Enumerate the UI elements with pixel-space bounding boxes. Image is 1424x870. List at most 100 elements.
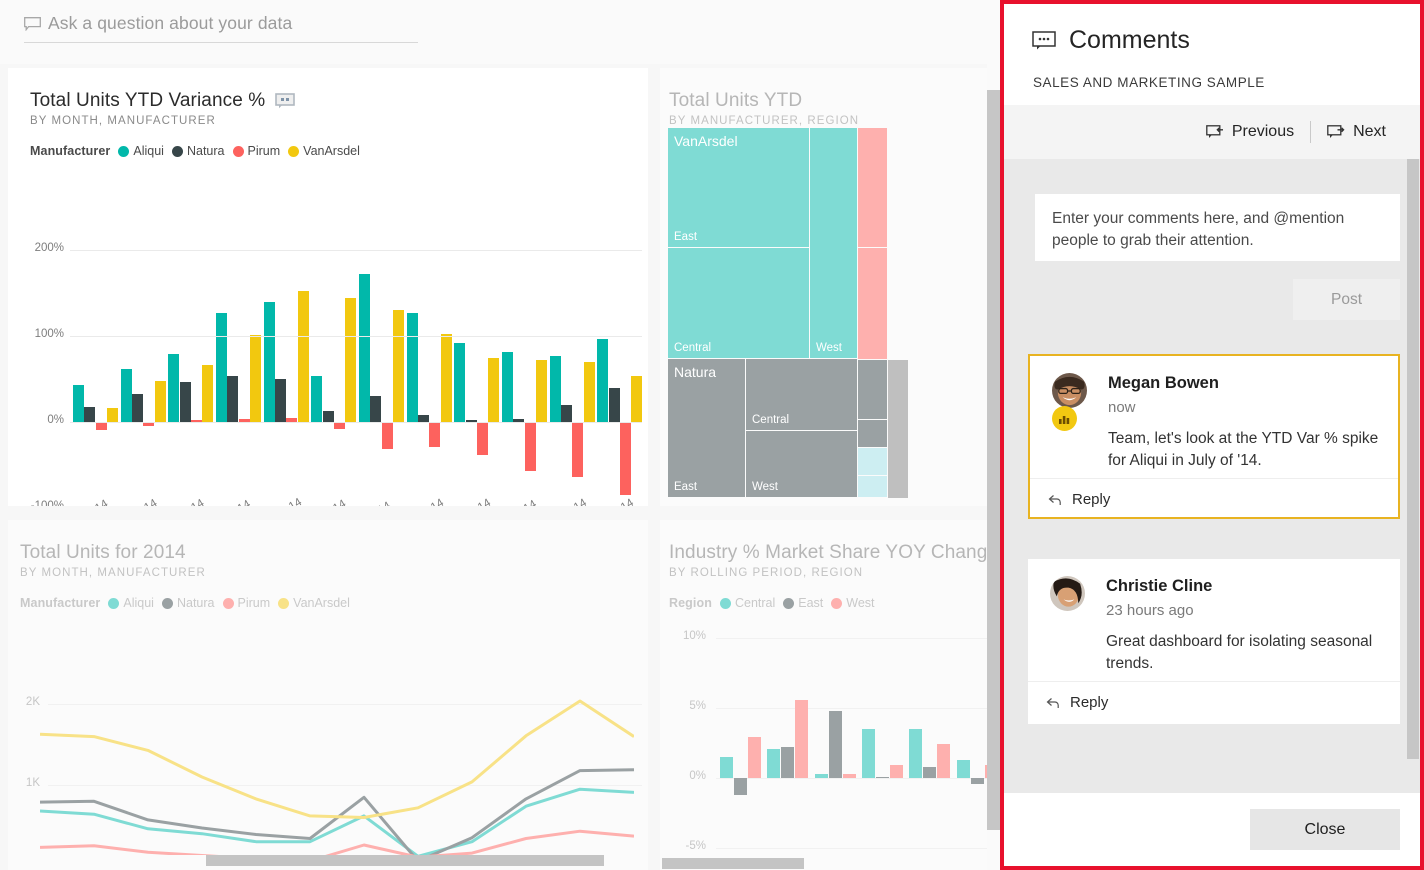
variance-bar[interactable]: [597, 339, 609, 422]
variance-bar[interactable]: [297, 291, 309, 422]
treemap-cell[interactable]: [858, 476, 888, 498]
variance-plot-area[interactable]: [70, 250, 643, 506]
treemap-cell[interactable]: VanArsdel East: [668, 128, 810, 248]
variance-bar[interactable]: [535, 360, 547, 422]
variance-bar[interactable]: [406, 312, 418, 422]
variance-bar[interactable]: [429, 422, 441, 447]
market-bar[interactable]: [734, 778, 747, 795]
reply-button[interactable]: Reply: [1046, 694, 1108, 711]
comment-input[interactable]: Enter your comments here, and @mention p…: [1035, 194, 1400, 261]
variance-bar[interactable]: [120, 368, 132, 422]
legend-item-east[interactable]: East: [783, 596, 823, 610]
variance-bar[interactable]: [476, 422, 488, 455]
variance-bar[interactable]: [73, 385, 84, 422]
variance-bar[interactable]: [227, 376, 239, 422]
variance-bar[interactable]: [502, 352, 513, 422]
variance-bar[interactable]: [322, 410, 334, 422]
market-bar[interactable]: [937, 744, 951, 778]
variance-bar[interactable]: [524, 422, 536, 472]
legend-item-pirum[interactable]: Pirum: [222, 596, 270, 610]
lines-plot-area[interactable]: [40, 680, 634, 866]
treemap-cell[interactable]: [858, 448, 888, 476]
comment-card[interactable]: Christie Cline 23 hours ago Great dashboar…: [1028, 559, 1400, 724]
variance-bar[interactable]: [179, 381, 191, 422]
variance-bar[interactable]: [274, 379, 286, 422]
variance-bar[interactable]: [619, 422, 631, 496]
treemap-cell[interactable]: [858, 248, 888, 360]
variance-bar[interactable]: [345, 298, 357, 422]
market-bar[interactable]: [795, 699, 809, 778]
treemap-plot-area[interactable]: VanArsdel East Central West Natura East Centra…: [668, 128, 1000, 498]
market-bar[interactable]: [814, 773, 828, 778]
market-bar[interactable]: [909, 729, 923, 778]
variance-bar[interactable]: [84, 407, 96, 422]
legend-item-west[interactable]: West: [831, 596, 875, 610]
lines-hscroll-thumb[interactable]: [206, 855, 604, 866]
market-bar[interactable]: [828, 710, 842, 778]
tile-total-units-ytd-variance[interactable]: Total Units YTD Variance % BY MONTH, MAN…: [8, 68, 648, 506]
variance-bar[interactable]: [608, 388, 620, 422]
treemap-cell[interactable]: [858, 420, 888, 448]
treemap-cell[interactable]: Central: [668, 248, 810, 359]
variance-bar[interactable]: [417, 415, 429, 422]
legend-item-vanarsdel[interactable]: VanArsdel: [288, 144, 360, 158]
variance-bar[interactable]: [216, 312, 227, 422]
legend-item-natura[interactable]: Natura: [161, 596, 215, 610]
variance-bar[interactable]: [95, 422, 107, 430]
legend-item-aliqui[interactable]: Aliqui: [108, 596, 154, 610]
variance-bar[interactable]: [202, 365, 214, 422]
market-bar[interactable]: [956, 759, 970, 778]
variance-bar[interactable]: [131, 393, 143, 422]
variance-bar[interactable]: [359, 274, 370, 422]
variance-bar[interactable]: [560, 404, 572, 422]
page-scrollbar-thumb[interactable]: [987, 90, 1000, 830]
market-bar[interactable]: [862, 729, 875, 778]
market-hscroll-thumb[interactable]: [662, 858, 804, 869]
market-plot-area[interactable]: [716, 638, 1000, 848]
legend-item-aliqui[interactable]: Aliqui: [118, 144, 164, 158]
treemap-cell[interactable]: [858, 128, 888, 248]
reply-button[interactable]: Reply: [1048, 491, 1110, 508]
market-bar[interactable]: [842, 773, 856, 778]
comment-bubble-icon[interactable]: [275, 93, 296, 109]
variance-bar[interactable]: [392, 310, 404, 422]
variance-bar[interactable]: [454, 342, 466, 422]
previous-button[interactable]: Previous: [1194, 119, 1306, 145]
variance-bar[interactable]: [381, 422, 393, 449]
variance-bar[interactable]: [263, 302, 275, 422]
treemap-cell[interactable]: West: [746, 431, 858, 498]
legend-item-central[interactable]: Central: [719, 596, 775, 610]
legend-item-vanarsdel[interactable]: VanArsdel: [278, 596, 350, 610]
treemap-cell[interactable]: Natura East: [668, 359, 746, 498]
variance-bar[interactable]: [370, 396, 382, 422]
comment-card[interactable]: Megan Bowen now Team, let's look at the YT…: [1028, 354, 1400, 519]
market-bar[interactable]: [720, 757, 733, 778]
close-button[interactable]: Close: [1250, 809, 1400, 850]
variance-bar[interactable]: [572, 422, 584, 478]
treemap-cell[interactable]: Central: [746, 359, 858, 431]
market-bar[interactable]: [970, 778, 984, 784]
market-bar[interactable]: [767, 748, 781, 778]
qna-input[interactable]: Ask a question about your data: [24, 13, 418, 43]
variance-bar[interactable]: [440, 334, 452, 422]
variance-bar[interactable]: [168, 354, 180, 422]
variance-bar[interactable]: [249, 335, 261, 422]
market-bar[interactable]: [748, 737, 761, 778]
page-scrollbar[interactable]: [987, 0, 1000, 870]
variance-bar[interactable]: [583, 361, 595, 422]
variance-bar[interactable]: [549, 355, 561, 422]
variance-bar[interactable]: [631, 375, 643, 422]
post-button[interactable]: Post: [1293, 279, 1400, 320]
legend-item-natura[interactable]: Natura: [171, 144, 225, 158]
comment-reply-row[interactable]: Reply: [1028, 681, 1400, 723]
market-bar[interactable]: [923, 766, 937, 778]
variance-bar[interactable]: [106, 408, 118, 422]
variance-bar[interactable]: [333, 422, 345, 429]
market-bar[interactable]: [876, 776, 889, 779]
next-button[interactable]: Next: [1315, 119, 1398, 145]
variance-bar[interactable]: [488, 358, 500, 422]
legend-item-pirum[interactable]: Pirum: [232, 144, 280, 158]
line-series[interactable]: [40, 787, 634, 858]
variance-bar[interactable]: [154, 380, 166, 422]
comments-scrollbar-thumb[interactable]: [1407, 159, 1419, 759]
